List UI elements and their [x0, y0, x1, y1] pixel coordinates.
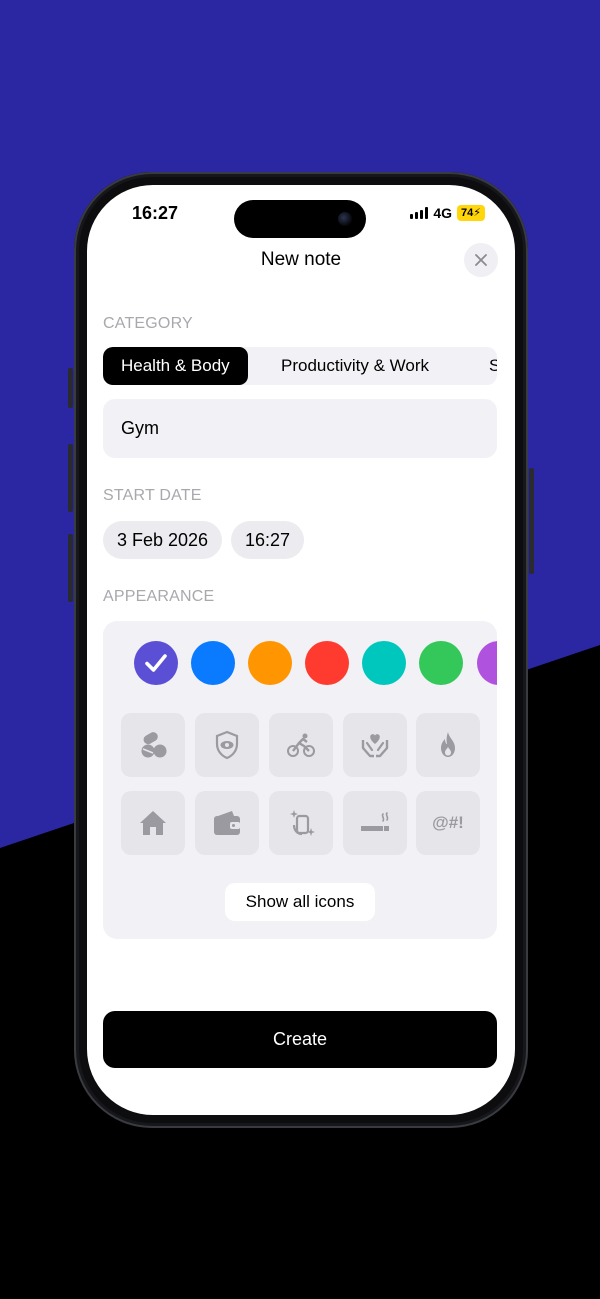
- power-button: [529, 468, 534, 574]
- page-title: New note: [260, 249, 342, 270]
- phone-sparkle-icon: [290, 810, 315, 836]
- time-picker[interactable]: 16:27: [231, 521, 305, 559]
- icon-tile-shield[interactable]: [195, 713, 259, 777]
- icon-tile-wallet[interactable]: [195, 791, 259, 855]
- color-swatch-orange[interactable]: [248, 641, 292, 685]
- appearance-label: APPEARANCE: [103, 588, 215, 605]
- icon-tile-care[interactable]: [343, 713, 407, 777]
- category-label: CATEGORY: [103, 315, 193, 332]
- flame-icon: [441, 732, 455, 757]
- phone-frame: 16:27 4G 74⚡︎ New note CATEGORY Health &…: [68, 172, 534, 1128]
- color-swatch-blue[interactable]: [191, 641, 235, 685]
- category-chips: Health & Body Productivity & Work S: [103, 347, 497, 385]
- color-swatch-violet[interactable]: [477, 641, 497, 685]
- start-date-label: START DATE: [103, 487, 202, 504]
- hands-heart-icon: [361, 734, 389, 758]
- date-picker[interactable]: 3 Feb 2026: [103, 521, 223, 559]
- house-icon: [140, 811, 166, 835]
- action-button: [68, 368, 73, 408]
- screen: 16:27 4G 74⚡︎ New note CATEGORY Health &…: [87, 185, 515, 1115]
- volume-down-button: [68, 534, 73, 602]
- battery-level: 74: [461, 207, 474, 219]
- color-swatch-green[interactable]: [419, 641, 463, 685]
- category-chip-productivity[interactable]: Productivity & Work: [263, 347, 447, 385]
- color-swatch-purple[interactable]: [134, 641, 178, 685]
- shield-eye-icon: [215, 730, 239, 760]
- create-button[interactable]: Create: [103, 1011, 497, 1068]
- symbols-icon: @#!: [432, 813, 464, 832]
- battery-icon: 74⚡︎: [457, 205, 485, 221]
- cyclist-icon: [287, 733, 315, 757]
- close-button[interactable]: [464, 243, 498, 277]
- category-chip-health[interactable]: Health & Body: [103, 347, 248, 385]
- close-icon: [475, 254, 487, 266]
- icon-tile-phone-sparkle[interactable]: [269, 791, 333, 855]
- icon-tile-pills[interactable]: [121, 713, 185, 777]
- color-swatch-teal[interactable]: [362, 641, 406, 685]
- icon-tile-cycling[interactable]: [269, 713, 333, 777]
- note-name-input[interactable]: [103, 399, 497, 458]
- camera-icon: [338, 212, 352, 226]
- color-swatch-red[interactable]: [305, 641, 349, 685]
- status-indicators: 4G 74⚡︎: [410, 205, 485, 221]
- show-all-icons-button[interactable]: Show all icons: [225, 883, 375, 921]
- icon-tile-smoking[interactable]: [343, 791, 407, 855]
- dynamic-island: [234, 200, 366, 238]
- checkmark-icon: [145, 654, 167, 672]
- status-time: 16:27: [132, 203, 179, 223]
- icon-tile-symbols[interactable]: @#!: [416, 791, 480, 855]
- volume-up-button: [68, 444, 73, 512]
- pills-icon: [141, 732, 167, 758]
- network-type: 4G: [433, 205, 453, 221]
- wallet-icon: [214, 811, 240, 835]
- signal-icon: [410, 207, 429, 219]
- category-chip-next[interactable]: S: [471, 347, 497, 385]
- icon-tile-flame[interactable]: [416, 713, 480, 777]
- appearance-panel: @#! Show all icons: [103, 621, 497, 939]
- icon-tile-home[interactable]: [121, 791, 185, 855]
- cigarette-icon: [361, 812, 389, 831]
